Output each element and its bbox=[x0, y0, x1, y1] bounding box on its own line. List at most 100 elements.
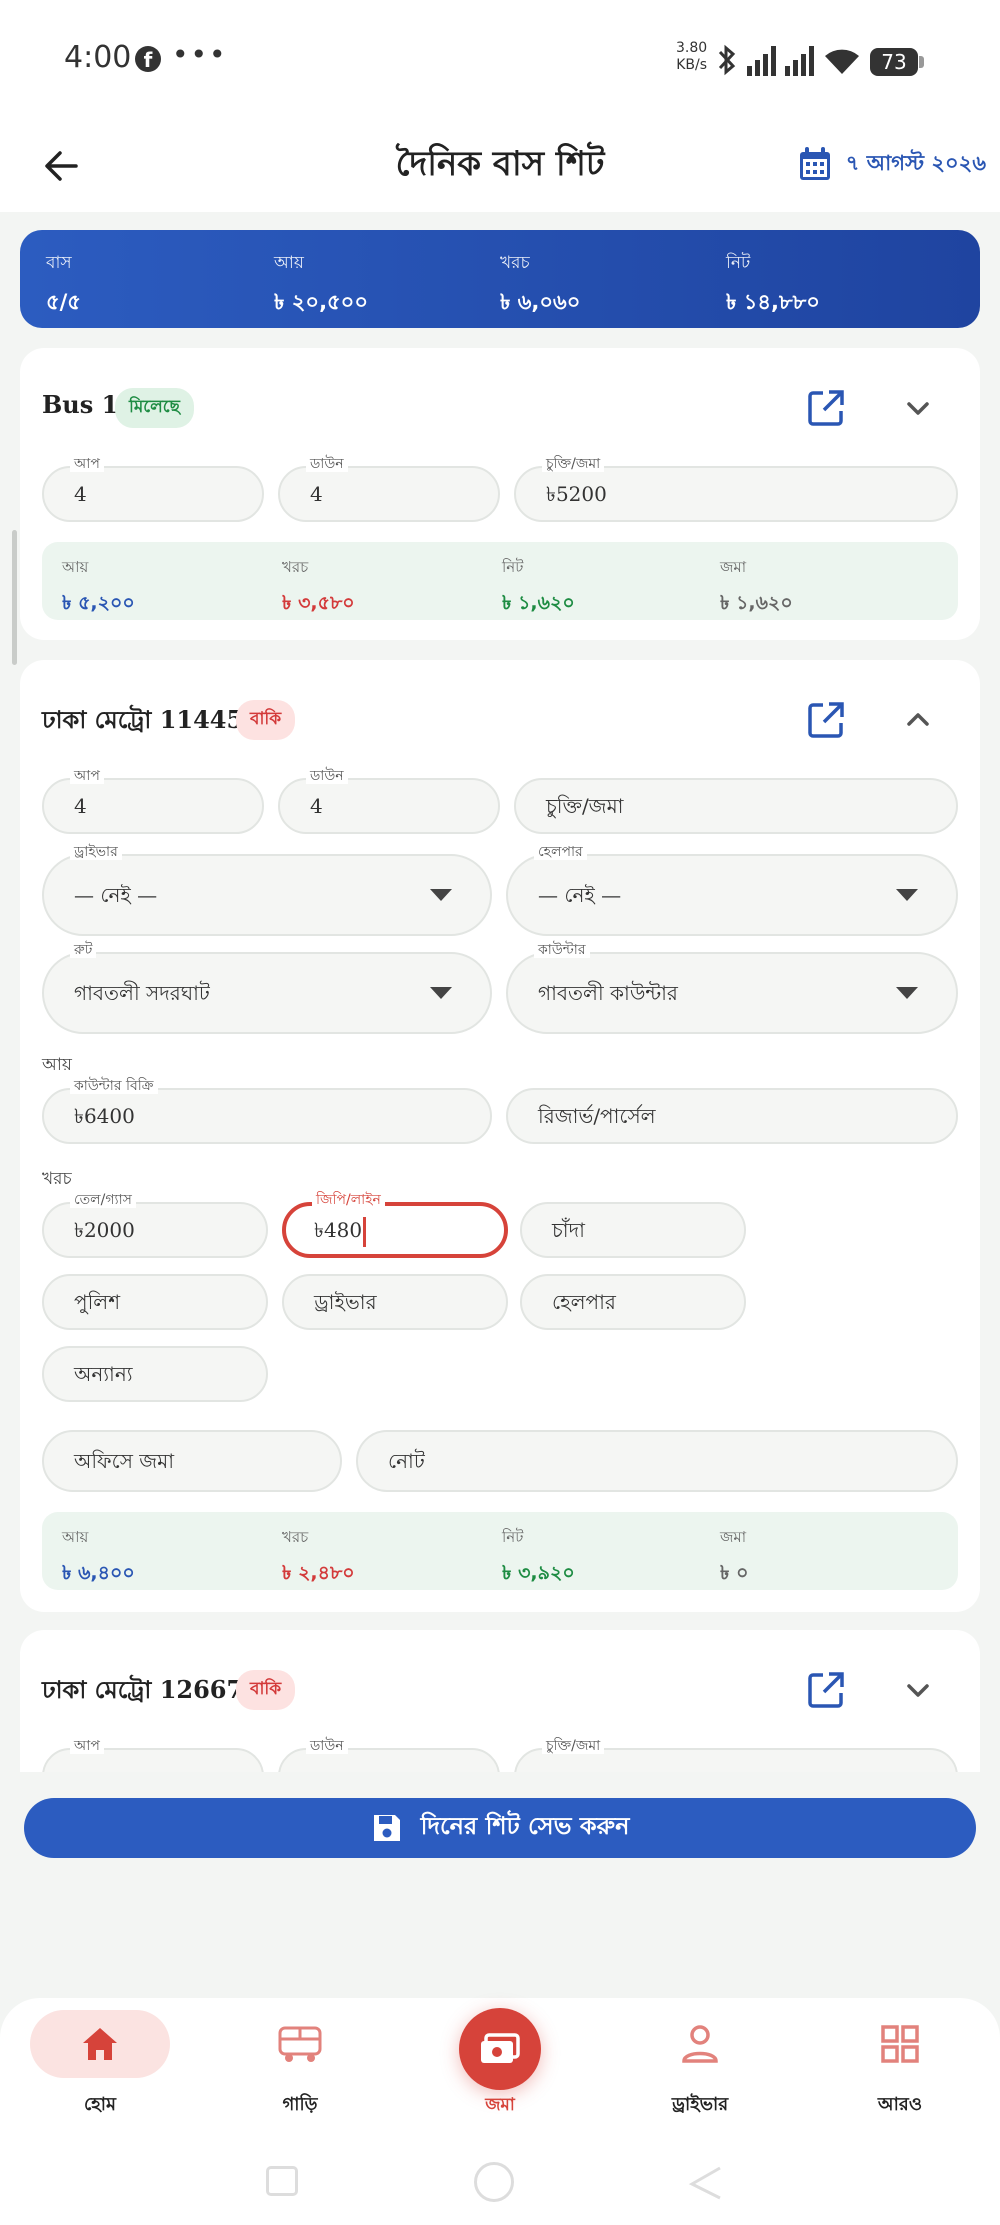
chevron-down-icon[interactable] bbox=[900, 390, 936, 426]
field-label: ডাউন bbox=[306, 768, 348, 784]
open-external-icon[interactable] bbox=[806, 1670, 846, 1710]
total-label: নিট bbox=[502, 1528, 524, 1546]
nav-home[interactable]: হোম bbox=[30, 2010, 170, 2121]
up-trips-input[interactable]: আপ bbox=[42, 1738, 264, 1772]
fuel-gas-input[interactable]: তেল/গ্যাস ৳2000 bbox=[42, 1192, 268, 1258]
field-label: হেলপার bbox=[534, 844, 587, 860]
field-label: ডাউন bbox=[306, 456, 348, 472]
field-placeholder: পুলিশ bbox=[74, 1290, 121, 1314]
field-placeholder: রিজার্ভ/পার্সেল bbox=[538, 1104, 656, 1128]
nav-driver[interactable]: ড্রাইভার bbox=[630, 2010, 770, 2121]
field-value: ৳5200 bbox=[546, 482, 607, 506]
nav-more[interactable]: আরও bbox=[830, 2010, 970, 2121]
down-trips-input[interactable]: ডাউন 4 bbox=[278, 768, 500, 834]
down-trips-input[interactable]: ডাউন bbox=[278, 1738, 500, 1772]
summary-label: খরচ bbox=[500, 253, 530, 273]
helper-select[interactable]: হেলপার — নেই — bbox=[506, 844, 958, 936]
summary-bus: বাস ৫/৫ bbox=[46, 250, 81, 321]
contract-deposit-input[interactable]: চুক্তি/জমা bbox=[514, 778, 958, 834]
contract-deposit-input[interactable]: চুক্তি/জমা bbox=[514, 1738, 958, 1772]
police-input[interactable]: পুলিশ bbox=[42, 1274, 268, 1330]
helper-pay-input[interactable]: হেলপার bbox=[520, 1274, 746, 1330]
scroll-indicator[interactable] bbox=[12, 530, 17, 665]
summary-label: নিট bbox=[726, 253, 751, 273]
counter-sale-input[interactable]: কাউন্টার বিক্রি ৳6400 bbox=[42, 1078, 492, 1144]
total-value: ৳ ১,৬২০ bbox=[502, 592, 575, 614]
recents-button[interactable] bbox=[266, 2166, 298, 2196]
total-label: খরচ bbox=[282, 1528, 309, 1546]
total-label: খরচ bbox=[282, 558, 309, 576]
save-sheet-button[interactable]: দিনের শিট সেভ করুন bbox=[24, 1798, 976, 1858]
field-label: আপ bbox=[70, 456, 104, 472]
chevron-up-icon[interactable] bbox=[900, 702, 936, 738]
chanda-input[interactable]: চাঁদা bbox=[520, 1202, 746, 1258]
field-placeholder: নোট bbox=[388, 1449, 425, 1473]
system-nav-bar bbox=[0, 2158, 1000, 2208]
bluetooth-icon bbox=[718, 44, 736, 76]
field-label: ডাউন bbox=[306, 1738, 348, 1754]
home-button[interactable] bbox=[474, 2162, 514, 2202]
dropdown-arrow-icon bbox=[430, 987, 452, 999]
back-button[interactable] bbox=[688, 2164, 724, 2200]
field-value: গাবতলী কাউন্টার bbox=[538, 981, 678, 1005]
nav-label-deposit[interactable]: জমা bbox=[440, 2092, 560, 2120]
route-select[interactable]: রুট গাবতলী সদরঘাট bbox=[42, 942, 492, 1034]
total-label: জমা bbox=[720, 558, 747, 576]
field-label: জিপি/লাইন bbox=[312, 1192, 385, 1208]
driver-pay-input[interactable]: ড্রাইভার bbox=[282, 1274, 508, 1330]
driver-select[interactable]: ড্রাইভার — নেই — bbox=[42, 844, 492, 936]
reserve-parcel-input[interactable]: রিজার্ভ/পার্সেল bbox=[506, 1088, 958, 1144]
up-trips-input[interactable]: আপ 4 bbox=[42, 768, 264, 834]
total-label: নিট bbox=[502, 558, 524, 576]
up-trips-input[interactable]: আপ 4 bbox=[42, 456, 264, 522]
nav-label: আরও bbox=[877, 2094, 923, 2115]
total-value: ৳ ৫,২০০ bbox=[62, 592, 135, 614]
save-button-label: দিনের শিট সেভ করুন bbox=[420, 1811, 630, 1840]
more-notifications-icon: ••• bbox=[172, 38, 228, 71]
counter-select[interactable]: কাউন্টার গাবতলী কাউন্টার bbox=[506, 942, 958, 1034]
bus-totals: আয় ৳ ৫,২০০ খরচ ৳ ৩,৫৮০ নিট ৳ ১,৬২০ জমা ৳ ১,… bbox=[42, 542, 958, 620]
income-section-label: আয় bbox=[42, 1055, 72, 1075]
chevron-down-icon[interactable] bbox=[900, 1672, 936, 1708]
date-text: ৭ আগস্ট ২০২৬ bbox=[845, 150, 986, 175]
field-label: ড্রাইভার bbox=[70, 844, 122, 860]
total-label: জমা bbox=[720, 1528, 747, 1546]
bus-card-1: Bus 1 মিলেছে আপ 4 ডাউন 4 চুক্তি/জমা ৳5200 আ… bbox=[20, 348, 980, 640]
summary-value: ৳ ৬,০৬০ bbox=[500, 290, 581, 314]
open-external-icon[interactable] bbox=[806, 388, 846, 428]
bus-card-3-viewport: ঢাকা মেট্রো 126677 বাকি আপ ডাউন চুক্তি/জ… bbox=[0, 1630, 1000, 1772]
summary-expense: খরচ ৳ ৬,০৬০ bbox=[500, 250, 580, 321]
signal-icon bbox=[747, 46, 776, 76]
date-picker[interactable]: ৭ আগস্ট ২০২৬ bbox=[798, 146, 986, 182]
status-time: 4:00 bbox=[64, 40, 132, 75]
office-deposit-input[interactable]: অফিসে জমা bbox=[42, 1430, 342, 1492]
nav-vehicles[interactable]: গাড়ি bbox=[230, 2010, 370, 2121]
field-label: চুক্তি/জমা bbox=[542, 1738, 605, 1754]
total-net: নিট ৳ ১,৬২০ bbox=[502, 556, 575, 621]
save-icon bbox=[373, 1815, 400, 1841]
note-input[interactable]: নোট bbox=[356, 1430, 958, 1492]
contract-deposit-input[interactable]: চুক্তি/জমা ৳5200 bbox=[514, 456, 958, 522]
status-badge: বাকি bbox=[236, 1670, 296, 1710]
gp-line-input[interactable]: জিপি/লাইন ৳480 bbox=[282, 1192, 508, 1258]
field-value: গাবতলী সদরঘাট bbox=[74, 981, 210, 1005]
summary-value: ৫/৫ bbox=[46, 290, 81, 314]
field-value: — নেই — bbox=[74, 883, 158, 907]
other-expense-input[interactable]: অন্যান্য bbox=[42, 1346, 268, 1402]
nav-icon-wrap bbox=[630, 2010, 770, 2078]
total-value: ৳ ৩,৫৮০ bbox=[282, 592, 355, 614]
field-value: ৳480 bbox=[314, 1218, 363, 1242]
summary-label: আয় bbox=[274, 253, 304, 273]
total-income: আয় ৳ ৫,২০০ bbox=[62, 556, 135, 621]
summary-label: বাস bbox=[46, 253, 72, 273]
down-trips-input[interactable]: ডাউন 4 bbox=[278, 456, 500, 522]
open-external-icon[interactable] bbox=[806, 700, 846, 740]
status-bar: 4:00 f ••• 3.80 KB/s 73 bbox=[0, 0, 1000, 120]
bottom-nav: হোম গাড়ি জমা ড্রাইভার আরও bbox=[0, 1998, 1000, 2225]
dropdown-arrow-icon bbox=[430, 889, 452, 901]
field-label: কাউন্টার bbox=[534, 942, 590, 958]
home-icon bbox=[83, 2028, 117, 2060]
total-value: ৳ ২,৪৮০ bbox=[282, 1562, 355, 1584]
field-placeholder: ড্রাইভার bbox=[314, 1290, 377, 1314]
deposit-fab[interactable] bbox=[459, 2008, 541, 2090]
